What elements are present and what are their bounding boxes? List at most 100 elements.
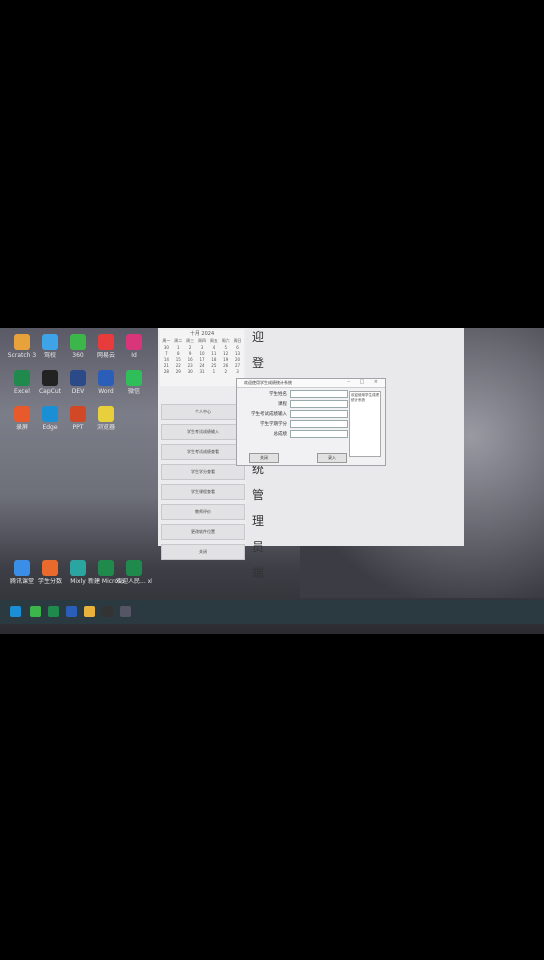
calendar-day[interactable]: 8 (173, 351, 184, 356)
calendar-day[interactable]: 22 (173, 363, 184, 368)
calendar-day[interactable]: 26 (220, 363, 231, 368)
calendar-day[interactable]: 31 (197, 369, 208, 374)
calendar-day[interactable]: 27 (232, 363, 243, 368)
calendar-day[interactable]: 28 (161, 369, 172, 374)
calendar-day[interactable]: 6 (232, 345, 243, 350)
calendar-day[interactable]: 14 (161, 357, 172, 362)
start-icon[interactable] (10, 606, 21, 617)
desktop-icon[interactable]: 浏览器 (88, 406, 124, 442)
app-icon (70, 406, 86, 422)
title-char: 迎 (252, 330, 265, 344)
app-icon (14, 406, 30, 422)
title-char: 员 (252, 540, 265, 554)
sidebar-button[interactable]: 关闭 (161, 544, 245, 560)
calendar-day[interactable]: 15 (173, 357, 184, 362)
weekday-label: 周六 (221, 338, 230, 343)
app-icon (42, 560, 58, 576)
field-label: 学生考试成绩输入 (251, 412, 287, 417)
app-icon (98, 406, 114, 422)
app-icon (126, 370, 142, 386)
sidebar-button[interactable]: 学生学分查看 (161, 464, 245, 480)
calendar-day[interactable]: 11 (208, 351, 219, 356)
desktop-icon[interactable]: Id (116, 334, 152, 370)
sidebar-button[interactable]: 教师评价 (161, 504, 245, 520)
calendar-day[interactable]: 1 (173, 345, 184, 350)
field-input[interactable] (290, 390, 348, 398)
field-input[interactable] (290, 420, 348, 428)
calendar-day[interactable]: 25 (208, 363, 219, 368)
calendar-day[interactable]: 18 (208, 357, 219, 362)
sidebar-button[interactable]: 更改软件位置 (161, 524, 245, 540)
weekday-label: 周一 (162, 338, 171, 343)
calendar-day[interactable]: 16 (185, 357, 196, 362)
title-char: 端 (252, 566, 265, 580)
app-icon (98, 560, 114, 576)
calendar-day[interactable]: 1 (208, 369, 219, 374)
word-taskbar-icon[interactable] (66, 606, 77, 617)
calendar-day[interactable]: 29 (173, 369, 184, 374)
running-app-icon[interactable] (120, 606, 131, 617)
calendar-day[interactable]: 4 (208, 345, 219, 350)
app-icon (14, 334, 30, 350)
calendar-day[interactable]: 21 (161, 363, 172, 368)
calendar-day[interactable]: 3 (232, 369, 243, 374)
sidebar-button[interactable]: 学生考试成绩查看 (161, 444, 245, 460)
sidebar-button[interactable]: 学生课程查看 (161, 484, 245, 500)
calendar-day[interactable]: 17 (197, 357, 208, 362)
field-input[interactable] (290, 400, 348, 408)
app-icon (70, 560, 86, 576)
calendar-header: 十月 2024 (189, 331, 215, 337)
weekday-label: 周日 (233, 338, 242, 343)
submit-button[interactable]: 录入 (317, 453, 347, 463)
sidebar-button[interactable]: 学生考试成绩输入 (161, 424, 245, 440)
app-icon (42, 406, 58, 422)
app-icon (70, 334, 86, 350)
calendar-day[interactable]: 19 (220, 357, 231, 362)
app-icon (42, 334, 58, 350)
notice-box: 欢迎使用学生成绩统计系统 (349, 391, 381, 457)
app-icon (70, 370, 86, 386)
weekday-label: 周四 (197, 338, 206, 343)
calendar-day[interactable]: 20 (232, 357, 243, 362)
calendar-day[interactable]: 24 (197, 363, 208, 368)
calendar-day[interactable]: 13 (232, 351, 243, 356)
app-icon (126, 560, 142, 576)
calendar-day[interactable]: 12 (220, 351, 231, 356)
calendar-day[interactable]: 2 (220, 369, 231, 374)
desktop-icon[interactable]: 欢迎人民... xlsx (116, 560, 152, 596)
calendar-day[interactable]: 5 (220, 345, 231, 350)
app-sidebar: 十月 2024 周一 周二 周三 周四 周五 周六 周日 30 1 2 3 4 5 6 7 8 9 10 11 12 1… (158, 328, 246, 560)
field-label: 学生姓名 (269, 392, 287, 397)
calendar-day[interactable]: 30 (185, 369, 196, 374)
calendar-day[interactable]: 30 (161, 345, 172, 350)
terminal-icon[interactable] (102, 606, 113, 617)
title-char: 登 (252, 356, 265, 370)
folder-icon[interactable] (84, 606, 95, 617)
calendar-day[interactable]: 3 (197, 345, 208, 350)
desktop-icon-label: 浏览器 (96, 424, 115, 431)
calendar-day[interactable]: 7 (161, 351, 172, 356)
excel-taskbar-icon[interactable] (48, 606, 59, 617)
sidebar-button[interactable]: 个人中心 (161, 404, 245, 420)
app-icon (126, 334, 142, 350)
field-input[interactable] (290, 430, 348, 438)
desktop-icon-label: Id (131, 352, 137, 359)
close-button[interactable]: 关闭 (249, 453, 279, 463)
calendar-day[interactable]: 9 (185, 351, 196, 356)
app-taskbar-icon[interactable] (30, 606, 41, 617)
calendar-day[interactable]: 2 (185, 345, 196, 350)
app-icon (14, 370, 30, 386)
calendar-day[interactable]: 10 (197, 351, 208, 356)
desktop-icon-label: 欢迎人民... xlsx (116, 578, 152, 585)
desktop-icon-label: 微信 (127, 388, 140, 395)
weekday-label: 周五 (209, 338, 218, 343)
field-input[interactable] (290, 410, 348, 418)
field-label: 课程 (278, 402, 287, 407)
desktop-icon[interactable]: 微信 (116, 370, 152, 406)
calendar-grid: 周一 周二 周三 周四 周五 周六 周日 30 1 2 3 4 5 6 7 8 9 10 11 12 13 14 15 16 1… (160, 337, 244, 375)
calendar-day[interactable]: 23 (185, 363, 196, 368)
field-label: 总成绩 (273, 432, 288, 437)
app-icon (98, 334, 114, 350)
window-controls[interactable]: – □ × (347, 379, 382, 385)
title-char: 理 (252, 514, 265, 528)
